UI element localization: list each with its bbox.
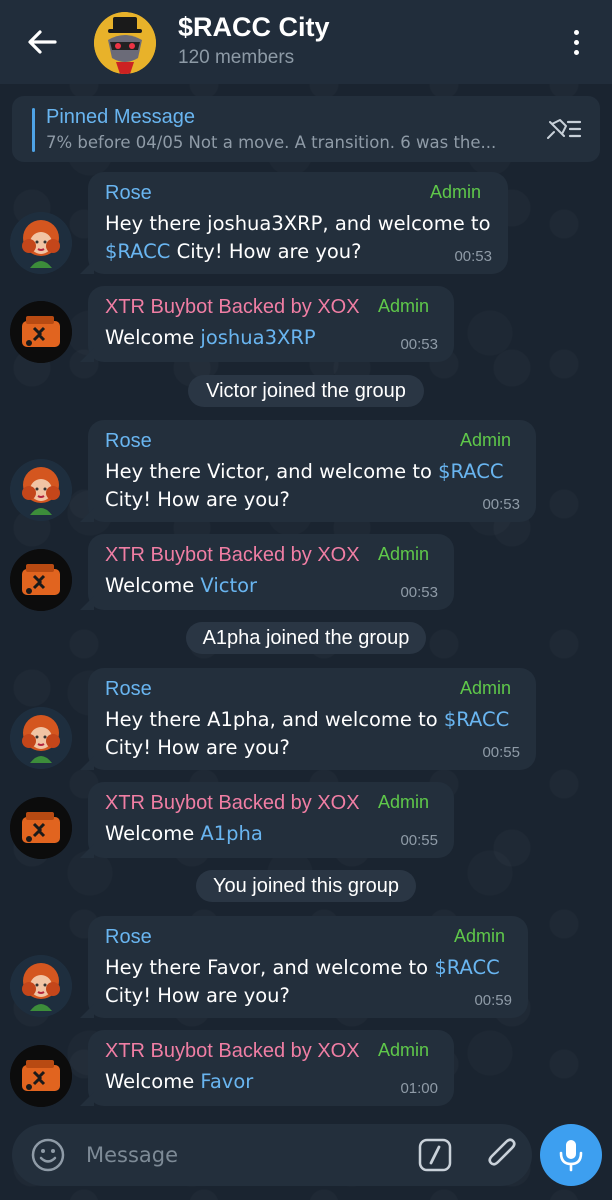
service-message: A1pha joined the group — [186, 622, 426, 654]
admin-badge: Admin — [378, 792, 430, 812]
message-time: 00:53 — [400, 584, 438, 601]
unpin-list-icon — [547, 119, 582, 139]
message-text: Hey there Victor, and welcome to $RACC C… — [105, 460, 504, 511]
cashtag-link[interactable]: $RACC — [438, 460, 503, 483]
rose-avatar[interactable] — [10, 955, 72, 1017]
mention-link[interactable]: A1pha — [200, 822, 262, 845]
message-time: 00:53 — [454, 248, 492, 265]
sender-name[interactable]: Rose — [105, 926, 152, 949]
bot-avatar[interactable] — [10, 549, 72, 611]
message-text: Hey there joshua3XRP, and welcome to $RA… — [105, 212, 491, 263]
message-bubble[interactable]: XTR Buybot Backed by XOX Admin Welcome j… — [88, 286, 454, 362]
back-button[interactable] — [22, 22, 62, 62]
bot-avatar[interactable] — [10, 301, 72, 363]
emoji-button[interactable] — [30, 1137, 66, 1173]
message-time: 00:59 — [474, 992, 512, 1009]
admin-badge: Admin — [454, 926, 506, 946]
rose-avatar[interactable] — [10, 459, 72, 521]
message-text: Welcome Victor — [105, 574, 258, 597]
member-count: 120 members — [178, 47, 295, 68]
pinned-title: Pinned Message — [46, 106, 195, 128]
message-text: Welcome Favor — [105, 1070, 254, 1093]
mention-link[interactable]: Victor — [200, 574, 257, 597]
pinned-message-bar[interactable]: Pinned Message 7% before 04/05 Not a mov… — [12, 96, 600, 162]
back-arrow-icon — [28, 30, 57, 54]
more-vertical-icon — [573, 29, 579, 35]
unpin-button[interactable] — [544, 114, 584, 144]
admin-badge: Admin — [378, 1040, 430, 1060]
attach-button[interactable] — [484, 1136, 520, 1174]
message-time: 00:55 — [482, 744, 520, 761]
admin-badge: Admin — [378, 296, 430, 316]
sender-name[interactable]: Rose — [105, 182, 152, 205]
group-title[interactable]: $RACC City — [178, 12, 330, 43]
message-composer — [12, 1124, 532, 1186]
message-text: Hey there Favor, and welcome to $RACC Ci… — [105, 956, 500, 1007]
microphone-icon — [559, 1140, 583, 1172]
admin-badge: Admin — [460, 430, 512, 450]
sender-name[interactable]: Rose — [105, 678, 152, 701]
cashtag-link[interactable]: $RACC — [105, 240, 170, 263]
paperclip-icon — [488, 1138, 516, 1166]
admin-badge: Admin — [378, 544, 430, 564]
message-time: 01:00 — [400, 1080, 438, 1097]
mention-link[interactable]: joshua3XRP — [200, 326, 315, 349]
sender-name[interactable]: XTR Buybot Backed by XOX — [105, 792, 360, 815]
message-text: Hey there A1pha, and welcome to $RACC Ci… — [105, 708, 510, 759]
bot-avatar[interactable] — [10, 797, 72, 859]
mention-link[interactable]: Favor — [200, 1070, 253, 1093]
more-options-button[interactable] — [560, 24, 592, 60]
service-message: Victor joined the group — [188, 375, 424, 407]
message-bubble[interactable]: XTR Buybot Backed by XOX Admin Welcome A… — [88, 782, 454, 858]
sender-name[interactable]: XTR Buybot Backed by XOX — [105, 1040, 360, 1063]
message-time: 00:53 — [400, 336, 438, 353]
pinned-indicator — [32, 108, 35, 152]
slash-command-icon — [418, 1138, 452, 1172]
message-bubble[interactable]: Rose Admin Hey there Victor, and welcome… — [88, 420, 536, 522]
rose-avatar[interactable] — [10, 212, 72, 274]
cashtag-link[interactable]: $RACC — [434, 956, 499, 979]
message-bubble[interactable]: Rose Admin Hey there Favor, and welcome … — [88, 916, 528, 1018]
admin-badge: Admin — [460, 678, 512, 698]
sender-name[interactable]: Rose — [105, 430, 152, 453]
admin-badge: Admin — [430, 182, 482, 202]
message-bubble[interactable]: XTR Buybot Backed by XOX Admin Welcome V… — [88, 534, 454, 610]
chat-header: $RACC City 120 members — [0, 0, 612, 84]
voice-record-button[interactable] — [540, 1124, 602, 1186]
message-bubble[interactable]: XTR Buybot Backed by XOX Admin Welcome F… — [88, 1030, 454, 1106]
message-bubble[interactable]: Rose Admin Hey there joshua3XRP, and wel… — [88, 172, 508, 274]
bot-avatar[interactable] — [10, 1045, 72, 1107]
service-message: You joined this group — [196, 870, 416, 902]
message-input[interactable] — [86, 1138, 386, 1172]
message-text: Welcome joshua3XRP — [105, 326, 316, 349]
bot-command-button[interactable] — [418, 1138, 452, 1172]
sender-name[interactable]: XTR Buybot Backed by XOX — [105, 296, 360, 319]
message-time: 00:55 — [400, 832, 438, 849]
cashtag-link[interactable]: $RACC — [444, 708, 509, 731]
message-time: 00:53 — [482, 496, 520, 513]
message-text: Welcome A1pha — [105, 822, 263, 845]
rose-avatar[interactable] — [10, 707, 72, 769]
message-bubble[interactable]: Rose Admin Hey there A1pha, and welcome … — [88, 668, 536, 770]
group-avatar[interactable] — [94, 12, 156, 74]
pinned-text: 7% before 04/05 Not a move. A transition… — [46, 133, 497, 152]
sender-name[interactable]: XTR Buybot Backed by XOX — [105, 544, 360, 567]
emoji-icon — [31, 1138, 65, 1172]
